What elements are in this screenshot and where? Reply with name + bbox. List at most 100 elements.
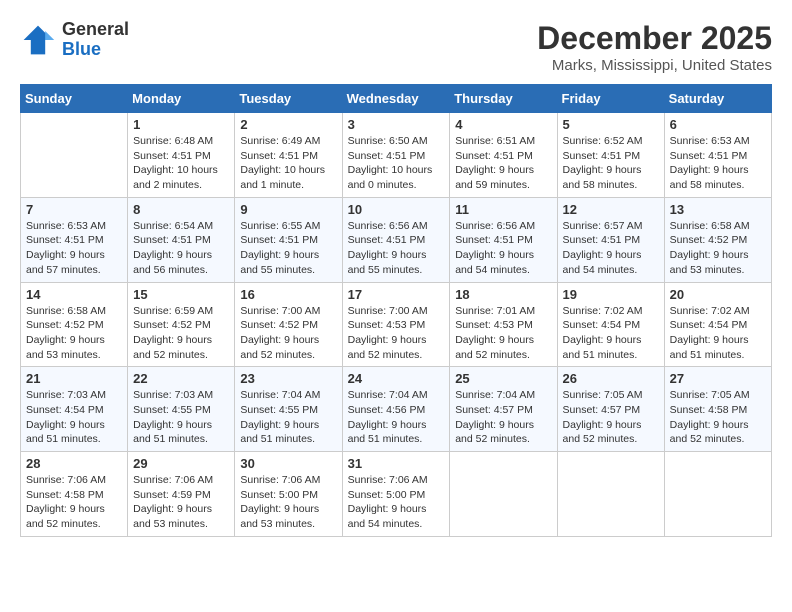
day-info: Sunrise: 6:56 AM Sunset: 4:51 PM Dayligh… [455,219,551,278]
day-info: Sunrise: 7:02 AM Sunset: 4:54 PM Dayligh… [563,304,659,363]
logo: General Blue [20,20,129,60]
day-number: 6 [670,117,766,132]
calendar-header-thursday: Thursday [450,85,557,113]
calendar-cell: 27 Sunrise: 7:05 AM Sunset: 4:58 PM Dayli… [664,367,771,452]
title-area: December 2025 Marks, Mississippi, United… [537,20,772,74]
calendar-cell: 24 Sunrise: 7:04 AM Sunset: 4:56 PM Dayli… [342,367,450,452]
day-number: 28 [26,456,122,471]
day-number: 22 [133,371,229,386]
day-number: 23 [240,371,336,386]
day-info: Sunrise: 7:05 AM Sunset: 4:58 PM Dayligh… [670,388,766,447]
day-number: 7 [26,202,122,217]
calendar-header-row: SundayMondayTuesdayWednesdayThursdayFrid… [21,85,772,113]
page-title: December 2025 [537,20,772,57]
day-info: Sunrise: 7:01 AM Sunset: 4:53 PM Dayligh… [455,304,551,363]
day-info: Sunrise: 6:52 AM Sunset: 4:51 PM Dayligh… [563,134,659,193]
logo-line1: General [62,20,129,40]
day-info: Sunrise: 6:56 AM Sunset: 4:51 PM Dayligh… [348,219,445,278]
calendar-header-saturday: Saturday [664,85,771,113]
calendar-cell: 3 Sunrise: 6:50 AM Sunset: 4:51 PM Daylig… [342,113,450,198]
day-number: 30 [240,456,336,471]
day-number: 25 [455,371,551,386]
calendar-cell: 21 Sunrise: 7:03 AM Sunset: 4:54 PM Dayli… [21,367,128,452]
calendar-week-row: 28 Sunrise: 7:06 AM Sunset: 4:58 PM Dayli… [21,452,772,537]
day-number: 15 [133,287,229,302]
day-info: Sunrise: 6:48 AM Sunset: 4:51 PM Dayligh… [133,134,229,193]
page-subtitle: Marks, Mississippi, United States [537,57,772,74]
calendar-cell: 13 Sunrise: 6:58 AM Sunset: 4:52 PM Dayli… [664,197,771,282]
calendar-cell: 17 Sunrise: 7:00 AM Sunset: 4:53 PM Dayli… [342,282,450,367]
day-info: Sunrise: 6:58 AM Sunset: 4:52 PM Dayligh… [670,219,766,278]
calendar-cell: 23 Sunrise: 7:04 AM Sunset: 4:55 PM Dayli… [235,367,342,452]
day-info: Sunrise: 6:57 AM Sunset: 4:51 PM Dayligh… [563,219,659,278]
day-info: Sunrise: 7:06 AM Sunset: 4:59 PM Dayligh… [133,473,229,532]
day-number: 18 [455,287,551,302]
calendar-cell: 16Sunrise: 7:00 AM Sunset: 4:52 PM Dayli… [235,282,342,367]
calendar-cell: 18 Sunrise: 7:01 AM Sunset: 4:53 PM Dayli… [450,282,557,367]
calendar-cell: 12Sunrise: 6:57 AM Sunset: 4:51 PM Dayli… [557,197,664,282]
calendar-cell: 4 Sunrise: 6:51 AM Sunset: 4:51 PM Daylig… [450,113,557,198]
day-info: Sunrise: 7:06 AM Sunset: 4:58 PM Dayligh… [26,473,122,532]
day-info: Sunrise: 7:06 AM Sunset: 5:00 PM Dayligh… [240,473,336,532]
calendar-cell: 20 Sunrise: 7:02 AM Sunset: 4:54 PM Dayli… [664,282,771,367]
day-number: 1 [133,117,229,132]
calendar-cell [21,113,128,198]
calendar-cell: 25Sunrise: 7:04 AM Sunset: 4:57 PM Dayli… [450,367,557,452]
day-number: 24 [348,371,445,386]
day-info: Sunrise: 7:00 AM Sunset: 4:53 PM Dayligh… [348,304,445,363]
day-info: Sunrise: 6:58 AM Sunset: 4:52 PM Dayligh… [26,304,122,363]
day-info: Sunrise: 7:04 AM Sunset: 4:56 PM Dayligh… [348,388,445,447]
day-info: Sunrise: 6:51 AM Sunset: 4:51 PM Dayligh… [455,134,551,193]
day-number: 27 [670,371,766,386]
day-info: Sunrise: 7:03 AM Sunset: 4:54 PM Dayligh… [26,388,122,447]
logo-text: General Blue [62,20,129,60]
day-info: Sunrise: 7:00 AM Sunset: 4:52 PM Dayligh… [240,304,336,363]
calendar-cell: 7Sunrise: 6:53 AM Sunset: 4:51 PM Daylig… [21,197,128,282]
calendar-header-tuesday: Tuesday [235,85,342,113]
calendar-cell: 28 Sunrise: 7:06 AM Sunset: 4:58 PM Dayli… [21,452,128,537]
day-number: 4 [455,117,551,132]
day-info: Sunrise: 7:05 AM Sunset: 4:57 PM Dayligh… [563,388,659,447]
day-number: 26 [563,371,659,386]
calendar-cell: 19 Sunrise: 7:02 AM Sunset: 4:54 PM Dayli… [557,282,664,367]
day-number: 5 [563,117,659,132]
calendar-cell: 2 Sunrise: 6:49 AM Sunset: 4:51 PM Daylig… [235,113,342,198]
calendar-week-row: 21 Sunrise: 7:03 AM Sunset: 4:54 PM Dayli… [21,367,772,452]
calendar-cell [664,452,771,537]
day-number: 8 [133,202,229,217]
calendar-cell: 6Sunrise: 6:53 AM Sunset: 4:51 PM Daylig… [664,113,771,198]
day-number: 13 [670,202,766,217]
day-number: 29 [133,456,229,471]
day-info: Sunrise: 6:50 AM Sunset: 4:51 PM Dayligh… [348,134,445,193]
calendar-cell: 30 Sunrise: 7:06 AM Sunset: 5:00 PM Dayli… [235,452,342,537]
calendar-header-monday: Monday [128,85,235,113]
day-info: Sunrise: 7:03 AM Sunset: 4:55 PM Dayligh… [133,388,229,447]
day-number: 2 [240,117,336,132]
calendar-cell: 5 Sunrise: 6:52 AM Sunset: 4:51 PM Daylig… [557,113,664,198]
calendar-cell: 15 Sunrise: 6:59 AM Sunset: 4:52 PM Dayli… [128,282,235,367]
day-number: 17 [348,287,445,302]
day-info: Sunrise: 6:59 AM Sunset: 4:52 PM Dayligh… [133,304,229,363]
calendar-cell [557,452,664,537]
logo-icon [20,22,56,58]
day-number: 3 [348,117,445,132]
calendar-header-sunday: Sunday [21,85,128,113]
day-number: 19 [563,287,659,302]
calendar-cell: 8Sunrise: 6:54 AM Sunset: 4:51 PM Daylig… [128,197,235,282]
day-number: 20 [670,287,766,302]
calendar-table: SundayMondayTuesdayWednesdayThursdayFrid… [20,84,772,537]
day-number: 11 [455,202,551,217]
day-number: 21 [26,371,122,386]
logo-line2: Blue [62,40,129,60]
calendar-cell [450,452,557,537]
calendar-header-wednesday: Wednesday [342,85,450,113]
calendar-cell: 29 Sunrise: 7:06 AM Sunset: 4:59 PM Dayli… [128,452,235,537]
calendar-cell: 26 Sunrise: 7:05 AM Sunset: 4:57 PM Dayli… [557,367,664,452]
day-info: Sunrise: 7:06 AM Sunset: 5:00 PM Dayligh… [348,473,445,532]
calendar-week-row: 14Sunrise: 6:58 AM Sunset: 4:52 PM Dayli… [21,282,772,367]
day-number: 31 [348,456,445,471]
day-info: Sunrise: 7:02 AM Sunset: 4:54 PM Dayligh… [670,304,766,363]
day-info: Sunrise: 7:04 AM Sunset: 4:55 PM Dayligh… [240,388,336,447]
calendar-cell: 14Sunrise: 6:58 AM Sunset: 4:52 PM Dayli… [21,282,128,367]
day-info: Sunrise: 6:49 AM Sunset: 4:51 PM Dayligh… [240,134,336,193]
